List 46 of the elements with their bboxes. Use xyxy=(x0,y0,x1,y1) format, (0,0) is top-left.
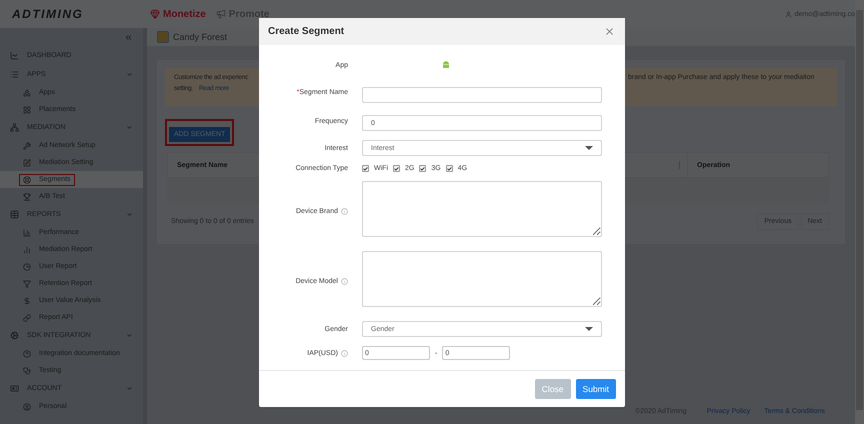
logo[interactable]: ADTIMING xyxy=(0,7,145,21)
modal-title: Create Segment xyxy=(268,26,344,37)
nav-tab[interactable]: Monetize xyxy=(145,8,211,20)
app-icon xyxy=(157,31,169,43)
item-icon xyxy=(23,296,31,304)
checkbox[interactable] xyxy=(362,165,369,172)
text-area[interactable] xyxy=(362,251,602,307)
section-icon xyxy=(10,331,19,340)
submit-button[interactable]: Submit xyxy=(576,379,616,399)
gem-icon xyxy=(150,9,160,19)
app-name[interactable]: Candy Forest xyxy=(173,32,228,42)
close-button[interactable]: Close xyxy=(534,379,571,399)
item-icon xyxy=(23,350,31,358)
item-icon xyxy=(23,314,31,322)
checkbox[interactable] xyxy=(393,165,400,172)
item-icon xyxy=(23,246,31,254)
item-icon xyxy=(23,176,31,184)
caret-icon xyxy=(585,327,593,331)
caret-icon xyxy=(585,146,593,150)
item-icon xyxy=(23,228,31,236)
section-icon xyxy=(10,384,19,393)
text-field[interactable] xyxy=(362,86,602,102)
section-icon xyxy=(10,123,19,132)
item-icon xyxy=(23,402,31,410)
item-icon xyxy=(23,158,31,166)
item-icon xyxy=(23,192,31,200)
item-icon xyxy=(23,106,31,114)
text-area[interactable] xyxy=(362,181,602,237)
checkbox[interactable] xyxy=(419,165,426,172)
item-icon xyxy=(23,366,31,374)
info-icon[interactable] xyxy=(341,208,348,215)
section-icon xyxy=(10,210,19,219)
megaphone-icon xyxy=(216,9,226,19)
android-icon xyxy=(442,61,450,69)
info-icon[interactable] xyxy=(341,278,348,285)
item-icon xyxy=(23,280,31,288)
section-icon xyxy=(10,70,19,79)
user-icon xyxy=(784,10,792,18)
item-icon xyxy=(23,88,31,96)
collapse-icon[interactable] xyxy=(124,32,133,42)
info-icon[interactable] xyxy=(341,350,348,356)
close-icon[interactable] xyxy=(604,26,615,37)
item-icon xyxy=(23,142,31,150)
section-icon xyxy=(10,51,19,60)
checkbox[interactable] xyxy=(446,165,453,172)
item-icon xyxy=(23,262,31,270)
